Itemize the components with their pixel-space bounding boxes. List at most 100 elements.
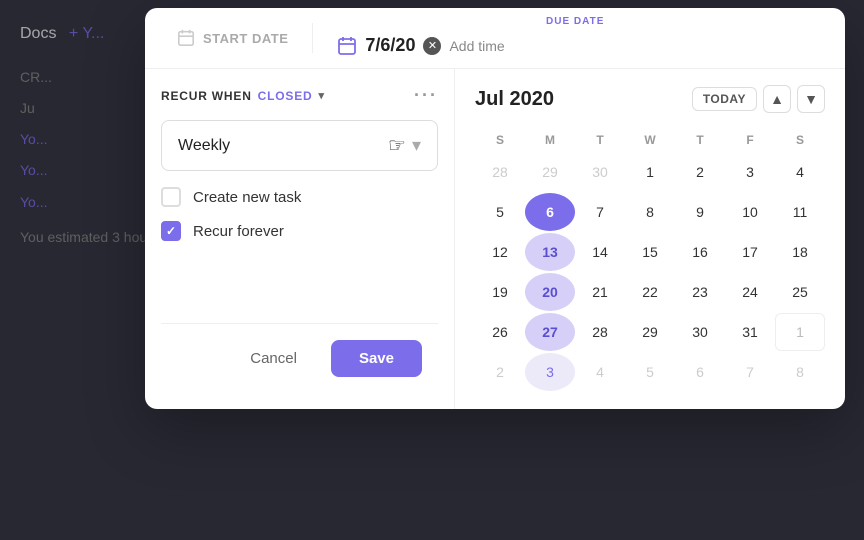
day-header-2: T — [575, 129, 625, 151]
day-header-5: F — [725, 129, 775, 151]
next-month-button[interactable]: ▼ — [797, 85, 825, 113]
spacer — [161, 255, 438, 323]
cal-cell-w2-d2[interactable]: 14 — [575, 233, 625, 271]
cal-cell-w5-d2[interactable]: 4 — [575, 353, 625, 391]
cal-cell-w2-d3[interactable]: 15 — [625, 233, 675, 271]
create-new-task-label: Create new task — [193, 189, 301, 206]
cal-cell-w3-d4[interactable]: 23 — [675, 273, 725, 311]
cal-cell-w0-d3[interactable]: 1 — [625, 153, 675, 191]
frequency-label: Weekly — [178, 137, 230, 155]
cal-cell-w4-d0[interactable]: 26 — [475, 313, 525, 351]
cal-cell-w3-d1[interactable]: 20 — [525, 273, 575, 311]
cal-cell-w5-d3[interactable]: 5 — [625, 353, 675, 391]
clear-due-date-button[interactable]: ✕ — [423, 37, 441, 55]
day-header-1: M — [525, 129, 575, 151]
frequency-dropdown[interactable]: Weekly ☞ ▾ — [161, 120, 438, 171]
cal-cell-w0-d2[interactable]: 30 — [575, 153, 625, 191]
recur-when-label: RECUR WHEN — [161, 89, 252, 103]
cal-week-0: 2829301234 — [475, 153, 825, 191]
more-options-button[interactable]: ··· — [414, 85, 438, 106]
cal-cell-w3-d5[interactable]: 24 — [725, 273, 775, 311]
recur-chevron-icon[interactable]: ▾ — [318, 89, 324, 102]
cal-cell-w3-d2[interactable]: 21 — [575, 273, 625, 311]
recur-forever-label: Recur forever — [193, 223, 284, 240]
start-date-label: START DATE — [203, 31, 288, 46]
due-date-value-row: 7/6/20 ✕ Add time — [321, 27, 829, 68]
cal-cell-w0-d5[interactable]: 3 — [725, 153, 775, 191]
cursor-icon: ☞ — [388, 133, 406, 158]
cal-cell-w4-d3[interactable]: 29 — [625, 313, 675, 351]
add-time-button[interactable]: Add time — [449, 38, 504, 54]
cal-cell-w1-d4[interactable]: 9 — [675, 193, 725, 231]
day-header-3: W — [625, 129, 675, 151]
day-header-6: S — [775, 129, 825, 151]
cal-cell-w2-d4[interactable]: 16 — [675, 233, 725, 271]
right-panel: Jul 2020 TODAY ▲ ▼ S M T W T F S — [455, 69, 845, 409]
calendar-grid: S M T W T F S — [475, 129, 825, 151]
save-button[interactable]: Save — [331, 340, 422, 377]
due-date-calendar-icon — [337, 36, 357, 56]
cal-cell-w1-d6[interactable]: 11 — [775, 193, 825, 231]
cal-cell-w1-d5[interactable]: 10 — [725, 193, 775, 231]
cal-cell-w5-d0[interactable]: 2 — [475, 353, 525, 391]
due-date-section: DUE DATE 7/6/20 ✕ Add time — [321, 8, 829, 68]
recur-title: RECUR WHEN CLOSED ▾ — [161, 89, 325, 103]
create-new-task-checkbox[interactable] — [161, 187, 181, 207]
calendar-nav: TODAY ▲ ▼ — [692, 85, 825, 113]
prev-month-button[interactable]: ▲ — [763, 85, 791, 113]
cal-cell-w4-d4[interactable]: 30 — [675, 313, 725, 351]
dialog-footer: Cancel Save — [161, 323, 438, 393]
cal-cell-w5-d5[interactable]: 7 — [725, 353, 775, 391]
recur-forever-row: Recur forever — [161, 221, 438, 241]
dialog-header: START DATE DUE DATE 7/6/20 ✕ Add time — [145, 8, 845, 69]
cal-cell-w2-d0[interactable]: 12 — [475, 233, 525, 271]
cal-cell-w2-d6[interactable]: 18 — [775, 233, 825, 271]
cal-cell-w0-d6[interactable]: 4 — [775, 153, 825, 191]
recur-forever-checkbox[interactable] — [161, 221, 181, 241]
cal-cell-w5-d6[interactable]: 8 — [775, 353, 825, 391]
create-new-task-row: Create new task — [161, 187, 438, 207]
dialog-body: RECUR WHEN CLOSED ▾ ··· Weekly ☞ ▾ — [145, 69, 845, 409]
cal-week-5: 2345678 — [475, 353, 825, 391]
cal-week-2: 12131415161718 — [475, 233, 825, 271]
due-date-label: DUE DATE — [321, 8, 829, 27]
cal-cell-w3-d3[interactable]: 22 — [625, 273, 675, 311]
cal-cell-w1-d0[interactable]: 5 — [475, 193, 525, 231]
cal-cell-w0-d0[interactable]: 28 — [475, 153, 525, 191]
cal-cell-w3-d6[interactable]: 25 — [775, 273, 825, 311]
day-header-4: T — [675, 129, 725, 151]
day-headers-row: S M T W T F S — [475, 129, 825, 151]
cal-cell-w4-d5[interactable]: 31 — [725, 313, 775, 351]
cal-week-3: 19202122232425 — [475, 273, 825, 311]
cal-cell-w1-d1[interactable]: 6 — [525, 193, 575, 231]
start-date-button[interactable]: START DATE — [161, 15, 304, 61]
due-date-value: 7/6/20 — [365, 35, 415, 56]
today-button[interactable]: TODAY — [692, 87, 757, 111]
cal-cell-w1-d3[interactable]: 8 — [625, 193, 675, 231]
cal-cell-w4-d6[interactable]: 1 — [775, 313, 825, 351]
cal-cell-w5-d1[interactable]: 3 — [525, 353, 575, 391]
cal-cell-w2-d1[interactable]: 13 — [525, 233, 575, 271]
recur-closed-label: CLOSED — [258, 89, 313, 103]
cal-cell-w2-d5[interactable]: 17 — [725, 233, 775, 271]
date-recur-dialog: START DATE DUE DATE 7/6/20 ✕ Add time — [145, 8, 845, 409]
calendar-icon — [177, 29, 195, 47]
cal-cell-w3-d0[interactable]: 19 — [475, 273, 525, 311]
cal-cell-w5-d4[interactable]: 6 — [675, 353, 725, 391]
cal-cell-w0-d4[interactable]: 2 — [675, 153, 725, 191]
cancel-button[interactable]: Cancel — [226, 340, 321, 377]
calendar-weeks: 2829301234567891011121314151617181920212… — [475, 153, 825, 391]
recur-header: RECUR WHEN CLOSED ▾ ··· — [161, 85, 438, 106]
left-panel: RECUR WHEN CLOSED ▾ ··· Weekly ☞ ▾ — [145, 69, 455, 409]
cal-cell-w4-d1[interactable]: 27 — [525, 313, 575, 351]
header-divider — [312, 23, 313, 53]
cal-cell-w4-d2[interactable]: 28 — [575, 313, 625, 351]
cal-cell-w1-d2[interactable]: 7 — [575, 193, 625, 231]
cal-week-1: 567891011 — [475, 193, 825, 231]
dropdown-chevron-icon: ▾ — [412, 135, 421, 156]
cal-cell-w0-d1[interactable]: 29 — [525, 153, 575, 191]
calendar-header: Jul 2020 TODAY ▲ ▼ — [475, 85, 825, 113]
day-header-0: S — [475, 129, 525, 151]
calendar-month-label: Jul 2020 — [475, 88, 554, 111]
cal-week-4: 2627282930311 — [475, 313, 825, 351]
